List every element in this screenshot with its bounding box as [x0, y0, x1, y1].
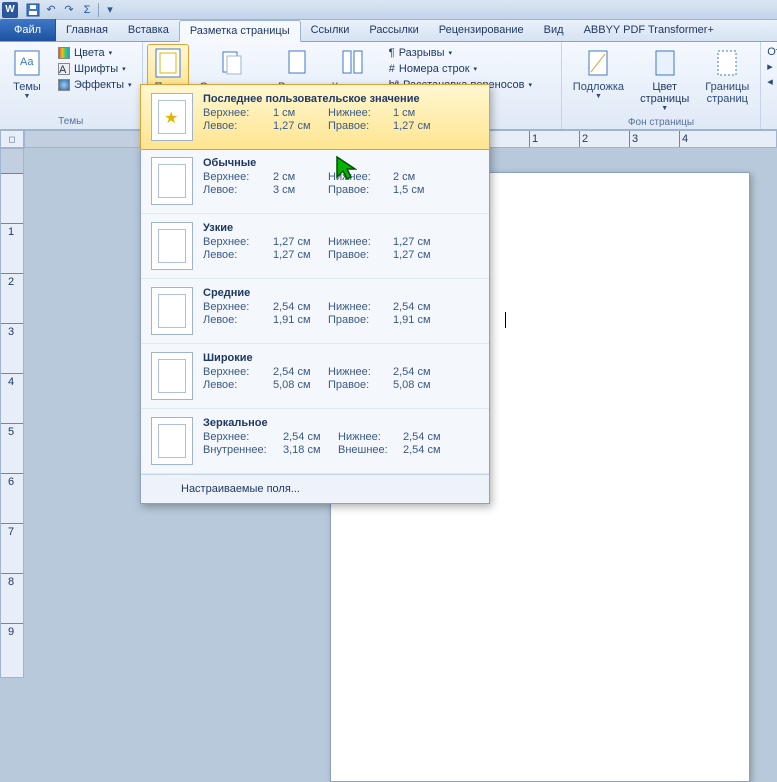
theme-fonts-button[interactable]: AШрифты▾: [54, 62, 136, 76]
tab-page-layout[interactable]: Разметка страницы: [179, 20, 301, 42]
tab-home[interactable]: Главная: [56, 19, 118, 41]
group-label-page-bg: Фон страницы: [628, 115, 694, 130]
margins-icon: [152, 47, 184, 79]
theme-colors-button[interactable]: Цвета▾: [54, 46, 136, 60]
group-indent: Отступ ▸Слева: ◂Справа:: [761, 42, 777, 129]
word-app-icon: W: [2, 2, 18, 18]
margin-preset-thumb: [151, 157, 193, 205]
indent-header: Отступ: [767, 46, 777, 58]
page-borders-icon: [711, 47, 743, 79]
tab-references[interactable]: Ссылки: [301, 19, 360, 41]
svg-text:Aa: Aa: [20, 56, 34, 68]
qat-more-icon[interactable]: ▾: [103, 3, 117, 17]
margins-gallery: Последнее пользовательское значение Верх…: [140, 84, 490, 504]
effects-icon: [58, 79, 70, 91]
tab-insert[interactable]: Вставка: [118, 19, 179, 41]
quick-access-toolbar: ↶ ↷ Σ ▾: [26, 3, 117, 17]
margin-preset-thumb: [151, 93, 193, 141]
sigma-icon[interactable]: Σ: [80, 3, 94, 17]
undo-icon[interactable]: ↶: [44, 3, 58, 17]
title-bar: W ↶ ↷ Σ ▾: [0, 0, 777, 20]
group-themes: Aa Темы ▼ Цвета▾ AШрифты▾ Эффекты▾ Темы: [0, 42, 143, 129]
watermark-button[interactable]: Подложка▼: [568, 44, 629, 103]
indent-right-icon: ◂: [767, 75, 773, 88]
tab-view[interactable]: Вид: [534, 19, 574, 41]
breaks-button[interactable]: ¶Разрывы▾: [385, 46, 555, 60]
group-label-themes: Темы: [58, 114, 83, 129]
line-numbers-icon: #: [389, 63, 395, 75]
line-numbers-button[interactable]: #Номера строк▾: [385, 62, 555, 76]
gallery-item-mirrored[interactable]: Зеркальное Верхнее:2,54 смНижнее:2,54 см…: [141, 409, 489, 474]
vertical-ruler[interactable]: 1 2 3 4 5 6 7 8 9: [0, 148, 24, 678]
redo-icon[interactable]: ↷: [62, 3, 76, 17]
page-color-button[interactable]: Цвет страницы▼: [635, 44, 694, 115]
themes-icon: Aa: [11, 47, 43, 79]
tab-review[interactable]: Рецензирование: [429, 19, 534, 41]
group-page-background: Подложка▼ Цвет страницы▼ Границы страниц…: [562, 42, 761, 129]
ribbon: Aa Темы ▼ Цвета▾ AШрифты▾ Эффекты▾ Темы …: [0, 42, 777, 130]
watermark-icon: [582, 47, 614, 79]
qat-separator: [98, 3, 99, 17]
tab-mailings[interactable]: Рассылки: [359, 19, 428, 41]
breaks-icon: ¶: [389, 47, 395, 59]
themes-button[interactable]: Aa Темы ▼: [6, 44, 48, 103]
colors-icon: [58, 47, 70, 59]
margin-preset-thumb: [151, 222, 193, 270]
ribbon-tabs: Файл Главная Вставка Разметка страницы С…: [0, 20, 777, 42]
ruler-corner[interactable]: ◻: [0, 130, 24, 148]
margin-preset-thumb: [151, 352, 193, 400]
size-icon: [281, 47, 313, 79]
fonts-icon: A: [58, 63, 70, 75]
text-cursor: [505, 312, 506, 328]
gallery-item-moderate[interactable]: Средние Верхнее:2,54 смНижнее:2,54 смЛев…: [141, 279, 489, 344]
theme-effects-button[interactable]: Эффекты▾: [54, 78, 136, 92]
tab-abbyy[interactable]: ABBYY PDF Transformer+: [574, 19, 724, 41]
margin-preset-thumb: [151, 287, 193, 335]
indent-left-icon: ▸: [767, 60, 773, 73]
gallery-item-wide[interactable]: Широкие Верхнее:2,54 смНижнее:2,54 смЛев…: [141, 344, 489, 409]
columns-icon: [337, 47, 369, 79]
gallery-item-last-custom[interactable]: Последнее пользовательское значение Верх…: [140, 84, 490, 150]
custom-margins-button[interactable]: Настраиваемые поля...: [141, 474, 489, 503]
tab-file[interactable]: Файл: [0, 19, 56, 41]
margin-preset-thumb: [151, 417, 193, 465]
chevron-down-icon: ▼: [24, 93, 31, 100]
save-icon[interactable]: [26, 3, 40, 17]
gallery-item-normal[interactable]: Обычные Верхнее:2 смНижнее:2 смЛевое:3 с…: [141, 149, 489, 214]
page-color-icon: [649, 47, 681, 79]
gallery-item-narrow[interactable]: Узкие Верхнее:1,27 смНижнее:1,27 смЛевое…: [141, 214, 489, 279]
page-borders-button[interactable]: Границы страниц: [700, 44, 754, 108]
orientation-icon: [215, 47, 247, 79]
